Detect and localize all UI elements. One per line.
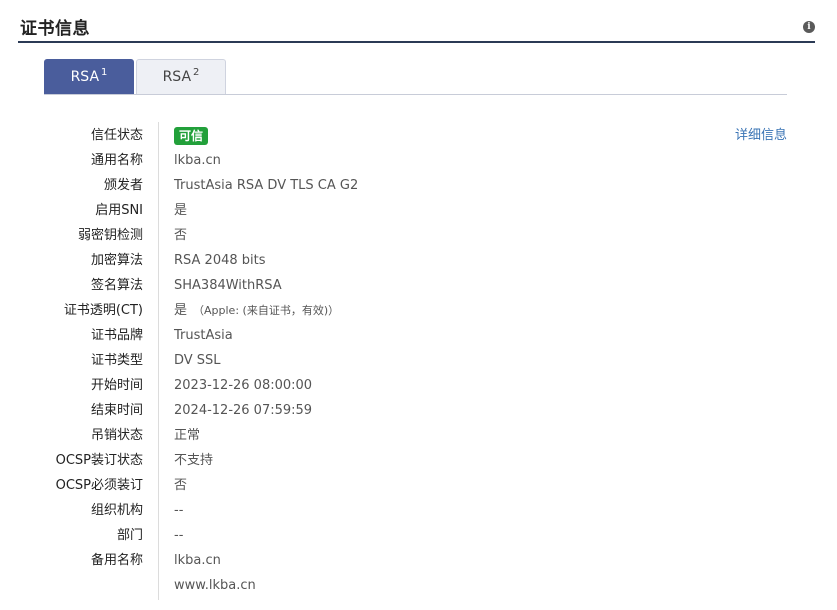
field-label: 备用名称 bbox=[90, 553, 143, 568]
row-encryption: 加密算法 RSA 2048 bits bbox=[0, 248, 837, 273]
row-department: 部门 -- bbox=[0, 523, 837, 548]
info-icon[interactable]: i bbox=[803, 21, 815, 33]
row-alt-names-2: www.lkba.cn bbox=[0, 573, 837, 598]
field-label: 签名算法 bbox=[90, 278, 143, 293]
tab-label: RSA bbox=[70, 69, 100, 85]
field-value: 不支持 bbox=[174, 453, 214, 468]
trusted-badge: 可信 bbox=[174, 126, 209, 145]
field-value: -- bbox=[174, 528, 184, 543]
field-value: RSA 2048 bits bbox=[174, 253, 266, 268]
ct-note: （Apple: (来自证书，有效)） bbox=[193, 304, 340, 317]
field-label: OCSP必须装订 bbox=[55, 478, 143, 493]
field-value: 否 bbox=[174, 228, 188, 243]
tab-rsa-2[interactable]: RSA 2 bbox=[136, 59, 226, 94]
row-end-time: 结束时间 2024-12-26 07:59:59 bbox=[0, 398, 837, 423]
field-value: -- bbox=[174, 503, 184, 518]
row-revocation: 吊销状态 正常 bbox=[0, 423, 837, 448]
tab-label: RSA bbox=[162, 69, 192, 85]
field-value: 是 bbox=[174, 203, 188, 218]
field-value: lkba.cn bbox=[174, 553, 221, 568]
field-value: TrustAsia bbox=[174, 328, 233, 343]
section-title: 证书信息 bbox=[20, 19, 90, 39]
field-label: 信任状态 bbox=[90, 128, 143, 143]
field-label: OCSP装订状态 bbox=[55, 453, 143, 468]
row-start-time: 开始时间 2023-12-26 08:00:00 bbox=[0, 373, 837, 398]
field-value: SHA384WithRSA bbox=[174, 278, 282, 293]
field-label: 部门 bbox=[116, 528, 143, 543]
field-label: 开始时间 bbox=[90, 378, 143, 393]
field-label: 吊销状态 bbox=[90, 428, 143, 443]
field-label: 颁发者 bbox=[103, 178, 143, 193]
field-label: 通用名称 bbox=[90, 153, 143, 168]
tab-number: 1 bbox=[101, 67, 108, 78]
row-common-name: 通用名称 lkba.cn bbox=[0, 148, 837, 173]
row-ocsp-must-staple: OCSP必须装订 否 bbox=[0, 473, 837, 498]
field-value: 可信 bbox=[174, 123, 209, 148]
field-value: 是 （Apple: (来自证书，有效)） bbox=[174, 298, 339, 323]
field-label: 结束时间 bbox=[90, 403, 143, 418]
field-label: 证书透明(CT) bbox=[63, 303, 143, 318]
row-organization: 组织机构 -- bbox=[0, 498, 837, 523]
field-value: lkba.cn bbox=[174, 153, 221, 168]
tab-bar: RSA 1 RSA 2 bbox=[44, 59, 787, 95]
row-sni: 启用SNI 是 bbox=[0, 198, 837, 223]
row-alt-names: 备用名称 lkba.cn bbox=[0, 548, 837, 573]
field-label: 证书类型 bbox=[90, 353, 143, 368]
field-label: 组织机构 bbox=[90, 503, 143, 518]
tab-rsa-1[interactable]: RSA 1 bbox=[44, 59, 134, 94]
field-value: DV SSL bbox=[174, 353, 221, 368]
field-value: 2024-12-26 07:59:59 bbox=[174, 403, 313, 418]
field-value: 2023-12-26 08:00:00 bbox=[174, 378, 313, 393]
row-ct: 证书透明(CT) 是 （Apple: (来自证书，有效)） bbox=[0, 298, 837, 323]
field-label: 证书品牌 bbox=[90, 328, 143, 343]
row-brand: 证书品牌 TrustAsia bbox=[0, 323, 837, 348]
field-value: www.lkba.cn bbox=[174, 578, 256, 593]
row-issuer: 颁发者 TrustAsia RSA DV TLS CA G2 bbox=[0, 173, 837, 198]
tab-number: 2 bbox=[193, 67, 200, 78]
row-cert-type: 证书类型 DV SSL bbox=[0, 348, 837, 373]
section-header: 证书信息 i bbox=[18, 0, 815, 43]
field-label: 弱密钥检测 bbox=[77, 228, 143, 243]
field-label: 启用SNI bbox=[95, 203, 143, 218]
row-signature: 签名算法 SHA384WithRSA bbox=[0, 273, 837, 298]
field-label: 加密算法 bbox=[90, 253, 143, 268]
row-trust-status: 信任状态 可信 bbox=[0, 123, 837, 148]
field-value: 正常 bbox=[174, 428, 201, 443]
row-ocsp-stapling: OCSP装订状态 不支持 bbox=[0, 448, 837, 473]
ct-value: 是 bbox=[174, 303, 188, 318]
row-weak-key: 弱密钥检测 否 bbox=[0, 223, 837, 248]
field-value: TrustAsia RSA DV TLS CA G2 bbox=[174, 178, 359, 193]
field-value: 否 bbox=[174, 478, 188, 493]
